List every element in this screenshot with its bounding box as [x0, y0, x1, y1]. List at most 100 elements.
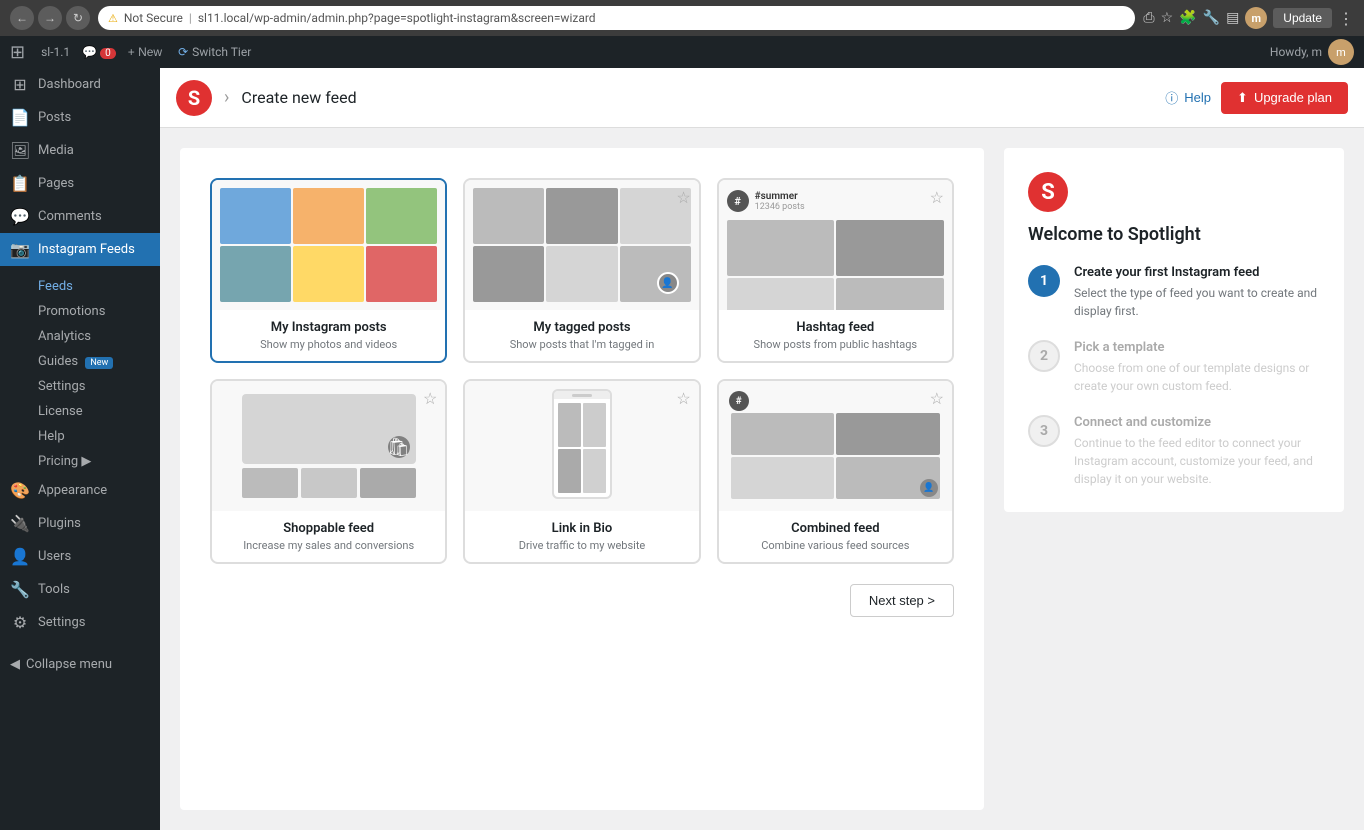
feed-card-preview-my-instagram: [212, 180, 445, 310]
feed-card-desc: Combine various feed sources: [731, 539, 940, 552]
wizard-area: My Instagram posts Show my photos and vi…: [160, 128, 1364, 830]
sidebar-item-posts[interactable]: 📄 Posts: [0, 101, 160, 134]
step-number-1: 1: [1028, 265, 1060, 297]
phone-screen: [554, 399, 610, 497]
feed-card-title: My tagged posts: [477, 320, 686, 335]
collapse-menu-button[interactable]: ◀ Collapse menu: [0, 647, 160, 682]
favorite-star[interactable]: ☆: [930, 389, 944, 408]
step-content-1: Create your first Instagram feed Select …: [1074, 265, 1320, 320]
upgrade-button[interactable]: ⬆ Upgrade plan: [1221, 82, 1348, 114]
comment-count: 0: [100, 48, 116, 59]
step-desc-3: Continue to the feed editor to connect y…: [1074, 434, 1320, 488]
feed-card-desc: Show posts that I'm tagged in: [477, 338, 686, 351]
sidebar-item-instagram-feeds[interactable]: 📷 Instagram Feeds: [0, 233, 160, 266]
comment-icon[interactable]: 💬 0: [78, 45, 120, 59]
sidebar-item-appearance[interactable]: 🎨 Appearance: [0, 474, 160, 507]
update-button[interactable]: Update: [1273, 8, 1332, 28]
shop-thumb: [242, 468, 298, 498]
bookmark-icon[interactable]: ☆: [1161, 10, 1174, 26]
sidebar-item-dashboard[interactable]: ⊞ Dashboard: [0, 68, 160, 101]
favorite-star[interactable]: ☆: [423, 389, 437, 408]
sidebar-item-comments[interactable]: 💬 Comments: [0, 200, 160, 233]
hashtag-header: # #summer 12346 posts: [727, 188, 944, 214]
favorite-star[interactable]: ☆: [676, 188, 690, 207]
help-button[interactable]: ⓘ Help: [1165, 88, 1211, 107]
feed-card-title: Combined feed: [731, 521, 940, 536]
browser-nav: ← → ↻: [10, 6, 90, 30]
more-options-icon[interactable]: ⋮: [1338, 9, 1354, 28]
sidebar-item-analytics[interactable]: Analytics: [0, 324, 160, 349]
preview-cell: [727, 220, 835, 276]
shop-thumb: [301, 468, 357, 498]
sidebar-item-pricing[interactable]: Pricing ▶: [0, 449, 160, 474]
phone-cell: [558, 403, 581, 447]
pages-icon: 📋: [10, 174, 30, 193]
right-panel: S Welcome to Spotlight 1 Create your fir…: [1004, 148, 1344, 810]
hashtag-preview: # #summer 12346 posts: [719, 180, 952, 310]
back-button[interactable]: ←: [10, 6, 34, 30]
forward-button[interactable]: →: [38, 6, 62, 30]
share-icon[interactable]: ⎙: [1143, 10, 1154, 26]
sidebar-item-media[interactable]: 🖼 Media: [0, 134, 160, 167]
sidebar-item-pages[interactable]: 📋 Pages: [0, 167, 160, 200]
browser-chrome: ← → ↻ ⚠ Not Secure | sl11.local/wp-admin…: [0, 0, 1364, 36]
step-number-2: 2: [1028, 340, 1060, 372]
feed-card-desc: Drive traffic to my website: [477, 539, 686, 552]
plugins-icon: 🔌: [10, 514, 30, 533]
feed-card-preview-combined: ☆ # 👤: [719, 381, 952, 511]
url-text: sl11.local/wp-admin/admin.php?page=spotl…: [198, 11, 596, 25]
user-avatar[interactable]: m: [1328, 39, 1354, 65]
preview-cell: [731, 413, 835, 455]
extensions-icon[interactable]: 🧩: [1179, 10, 1196, 26]
sidebar-item-settings[interactable]: Settings: [0, 374, 160, 399]
right-panel-inner: S Welcome to Spotlight 1 Create your fir…: [1004, 148, 1344, 512]
feed-card-title: Hashtag feed: [731, 320, 940, 335]
step-desc-2: Choose from one of our template designs …: [1074, 359, 1320, 395]
puzzle-icon[interactable]: 🔧: [1203, 10, 1220, 26]
browser-actions: ⎙ ☆ 🧩 🔧 ▤ m Update ⋮: [1143, 7, 1354, 29]
favorite-star[interactable]: ☆: [676, 389, 690, 408]
feed-card-info: My Instagram posts Show my photos and vi…: [212, 310, 445, 361]
sidebar-item-settings2[interactable]: ⚙ Settings: [0, 606, 160, 639]
preview-cell: [727, 278, 835, 310]
collapse-icon: ◀: [10, 657, 20, 672]
feed-card-preview-hashtag: ☆ # #summer 12346 posts: [719, 180, 952, 310]
sidebar-toggle-icon[interactable]: ▤: [1226, 10, 1239, 26]
feed-card-hashtag[interactable]: ☆ # #summer 12346 posts: [717, 178, 954, 363]
site-link[interactable]: sl-1.1: [33, 45, 78, 59]
main-layout: ⊞ Dashboard 📄 Posts 🖼 Media 📋 Pages 💬 Co…: [0, 68, 1364, 830]
preview-cell: [220, 246, 291, 302]
phone-cell: [583, 403, 606, 447]
step-content-2: Pick a template Choose from one of our t…: [1074, 340, 1320, 395]
wp-logo[interactable]: ⊞: [10, 42, 25, 63]
step-desc-1: Select the type of feed you want to crea…: [1074, 284, 1320, 320]
sidebar-item-help[interactable]: Help: [0, 424, 160, 449]
switch-tier-button[interactable]: ⟳ Switch Tier: [170, 45, 259, 59]
sidebar-item-license[interactable]: License: [0, 399, 160, 424]
address-bar[interactable]: ⚠ Not Secure | sl11.local/wp-admin/admin…: [98, 6, 1135, 30]
posts-icon: 📄: [10, 108, 30, 127]
shop-thumb: [360, 468, 416, 498]
profile-icon[interactable]: m: [1245, 7, 1267, 29]
feed-card-my-tagged[interactable]: ☆ 👤 My tagged: [463, 178, 700, 363]
feed-card-preview-shoppable: ☆ 🛍: [212, 381, 445, 511]
sidebar-item-guides[interactable]: Guides New: [0, 349, 160, 374]
new-content-button[interactable]: + New: [120, 45, 170, 59]
sidebar-item-tools[interactable]: 🔧 Tools: [0, 573, 160, 606]
refresh-button[interactable]: ↻: [66, 6, 90, 30]
sidebar-item-promotions[interactable]: Promotions: [0, 299, 160, 324]
favorite-star[interactable]: ☆: [930, 188, 944, 207]
feed-card-link-in-bio[interactable]: ☆: [463, 379, 700, 564]
next-step-button[interactable]: Next step >: [850, 584, 954, 617]
sidebar-item-users[interactable]: 👤 Users: [0, 540, 160, 573]
sidebar-item-plugins[interactable]: 🔌 Plugins: [0, 507, 160, 540]
feed-card-combined[interactable]: ☆ # 👤: [717, 379, 954, 564]
feed-card-info: Combined feed Combine various feed sourc…: [719, 511, 952, 562]
notch-bar: [572, 394, 592, 397]
feed-card-shoppable[interactable]: ☆ 🛍: [210, 379, 447, 564]
feed-card-my-instagram[interactable]: My Instagram posts Show my photos and vi…: [210, 178, 447, 363]
hashtag-tag: #summer: [755, 191, 805, 202]
sidebar-item-feeds[interactable]: Feeds: [0, 274, 160, 299]
preview-cell: [366, 188, 437, 244]
switch-icon: ⟳: [178, 45, 188, 59]
